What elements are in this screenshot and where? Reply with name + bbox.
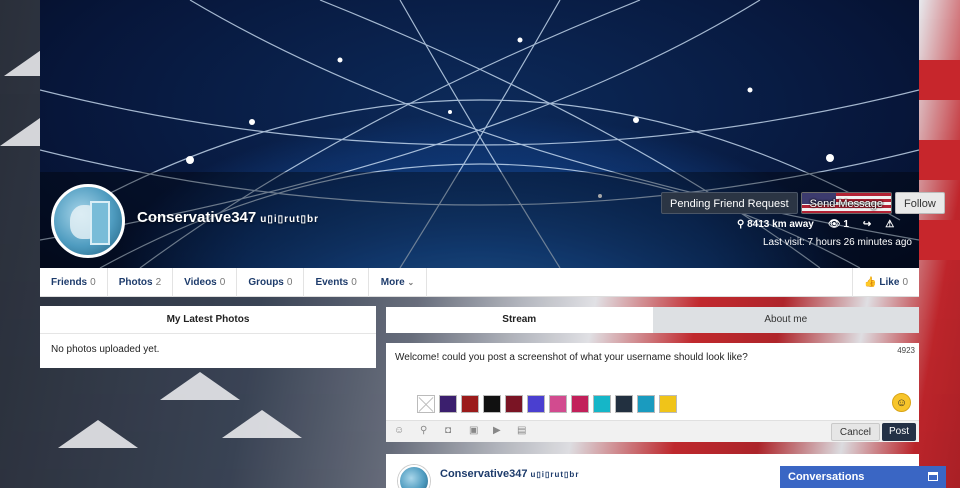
swatch-2[interactable]: [461, 395, 479, 413]
chevron-down-icon: ⌄: [407, 277, 415, 287]
flag-star: [222, 410, 302, 438]
swatch-3[interactable]: [483, 395, 501, 413]
swatch-4[interactable]: [505, 395, 523, 413]
post-composer[interactable]: 4923 Welcome! could you post a screensho…: [386, 343, 919, 442]
composer-toolbar: ☺ ⚲ ◘ ▣ ▶ ▤ Cancel Post: [386, 420, 919, 442]
distance-info: ⚲ 8413 km away: [737, 219, 814, 230]
camera-icon[interactable]: ◘: [445, 425, 451, 436]
tab-more[interactable]: More ⌄: [369, 267, 428, 297]
swatch-8[interactable]: [593, 395, 611, 413]
eye-icon: 👁: [827, 219, 841, 230]
profile-avatar[interactable]: [51, 184, 125, 258]
tab-count: 0: [351, 276, 357, 288]
like-label: Like: [879, 276, 900, 288]
send-message-button[interactable]: Send Message: [800, 192, 893, 214]
cancel-button[interactable]: Cancel: [830, 423, 880, 441]
image-icon[interactable]: ▣: [469, 425, 478, 436]
tab-count: 2: [155, 276, 162, 288]
composer-text[interactable]: Welcome! could you post a screenshot of …: [395, 352, 748, 363]
warning-icon[interactable]: ⚠: [885, 219, 894, 230]
author-tag: u▯i▯rut▯br: [530, 470, 580, 479]
tab-count: 0: [90, 276, 96, 288]
profile-meta: ⚲ 8413 km away 👁 1 ↪ ⚠: [737, 219, 894, 230]
map-pin-icon: ⚲: [737, 219, 745, 230]
follow-button[interactable]: Follow: [895, 192, 945, 214]
thumbs-up-icon: 👍: [864, 276, 877, 288]
post-author[interactable]: Conservative347 u▯i▯rut▯br: [440, 468, 579, 480]
stream-tabs: Stream About me: [386, 307, 919, 333]
location-icon[interactable]: ⚲: [420, 425, 427, 436]
tab-friends[interactable]: Friends 0: [40, 267, 108, 297]
profile-username: Conservative347 u▯i▯rut▯br: [137, 209, 319, 226]
share-icon[interactable]: ↪: [863, 219, 871, 230]
avatar[interactable]: [398, 465, 430, 488]
video-icon[interactable]: ▶: [493, 425, 501, 436]
tab-events[interactable]: Events 0: [304, 267, 369, 297]
like-button[interactable]: 👍 Like 0: [852, 267, 919, 297]
conversations-label: Conversations: [788, 471, 865, 483]
tab-label: Friends: [51, 276, 88, 288]
username-text: Conservative347: [137, 209, 257, 226]
swatch-10[interactable]: [637, 395, 655, 413]
no-photos-text: No photos uploaded yet.: [51, 344, 160, 355]
author-name: Conservative347: [440, 468, 528, 480]
profile-tabs: Friends 0 Photos 2 Videos 0 Groups 0 Events 0…: [40, 267, 919, 297]
emoji-icon[interactable]: ☺: [892, 393, 911, 412]
profile-actions: Pending Friend Request Send Message Foll…: [661, 192, 945, 214]
tab-label: More: [380, 276, 405, 288]
latest-photos-panel: My Latest Photos No photos uploaded yet.: [40, 306, 376, 368]
like-count: 0: [902, 276, 908, 288]
tab-label: Groups: [248, 276, 284, 288]
conversations-bar[interactable]: Conversations: [780, 466, 946, 488]
tab-groups[interactable]: Groups 0: [237, 267, 305, 297]
flag-star: [58, 420, 138, 448]
latest-photos-title: My Latest Photos: [40, 306, 376, 334]
tab-about-me[interactable]: About me: [652, 307, 919, 333]
tab-count: 0: [286, 276, 293, 288]
tab-label: Events: [315, 276, 349, 288]
tab-videos[interactable]: Videos 0: [173, 267, 238, 297]
tab-stream[interactable]: Stream: [386, 307, 653, 333]
background-swatches: [417, 395, 677, 413]
tab-label: Photos: [118, 276, 153, 288]
flag-star: [160, 372, 240, 400]
swatch-9[interactable]: [615, 395, 633, 413]
views-info: 👁 1: [828, 219, 849, 230]
char-counter: 4923: [897, 346, 915, 355]
pending-friend-request-button[interactable]: Pending Friend Request: [661, 192, 798, 214]
tab-photos[interactable]: Photos 2: [108, 267, 174, 297]
tab-count: 0: [219, 276, 226, 288]
smiley-icon[interactable]: ☺: [394, 425, 404, 436]
tab-label: Videos: [184, 276, 217, 288]
views-count: 1: [843, 219, 849, 230]
swatch-none[interactable]: [417, 395, 435, 413]
username-tag: u▯i▯rut▯br: [260, 214, 319, 225]
file-icon[interactable]: ▤: [517, 425, 526, 436]
swatch-6[interactable]: [549, 395, 567, 413]
window-icon[interactable]: [928, 472, 938, 481]
swatch-1[interactable]: [439, 395, 457, 413]
swatch-7[interactable]: [571, 395, 589, 413]
last-visit-text: Last visit: 7 hours 26 minutes ago: [763, 237, 912, 248]
send-message-label: Send Message: [809, 198, 884, 210]
swatch-11[interactable]: [659, 395, 677, 413]
avatar-door: [90, 201, 110, 245]
distance-text: 8413 km away: [747, 219, 814, 230]
post-button[interactable]: Post: [881, 423, 916, 441]
swatch-5[interactable]: [527, 395, 545, 413]
